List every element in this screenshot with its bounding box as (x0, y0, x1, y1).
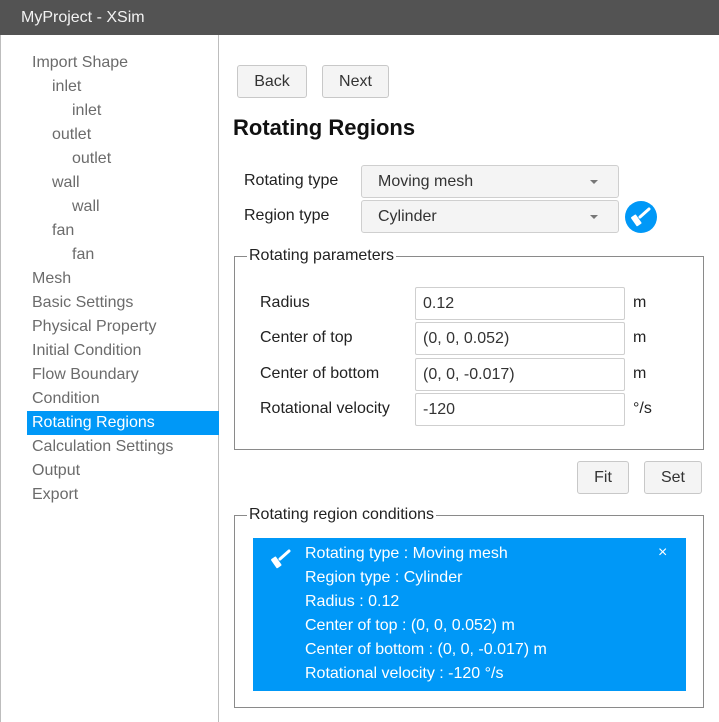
rotational-velocity-input[interactable]: -120 (415, 393, 625, 426)
close-icon[interactable]: × (658, 543, 667, 563)
chevron-down-icon (590, 180, 598, 184)
rotating-region-condition-card[interactable]: Rotating type : Moving mesh Region type … (253, 538, 686, 691)
sidebar-item-export[interactable]: Export (27, 483, 219, 507)
region-type-value: Cylinder (378, 208, 437, 225)
sidebar-item-initial-condition[interactable]: Initial Condition (27, 339, 219, 363)
sidebar-item-inlet[interactable]: inlet (27, 99, 219, 123)
sidebar-nav: Import Shape inlet inlet outlet outlet w… (0, 35, 219, 722)
condition-center-of-bottom: Center of bottom : (0, 0, -0.017) m (305, 641, 547, 658)
region-type-label: Region type (244, 207, 330, 224)
center-of-top-unit: m (633, 329, 647, 346)
sidebar-item-flow-boundary[interactable]: Flow Boundary (27, 363, 219, 387)
radius-label: Radius (260, 294, 310, 311)
sidebar-item-physical-property[interactable]: Physical Property (27, 315, 219, 339)
condition-rotational-velocity: Rotational velocity : -120 °/s (305, 665, 504, 682)
fit-button[interactable]: Fit (577, 461, 629, 494)
sidebar-item-fan-group[interactable]: fan (27, 219, 219, 243)
sidebar-item-inlet-group[interactable]: inlet (27, 75, 219, 99)
window-titlebar: MyProject - XSim (0, 0, 719, 35)
center-of-top-input[interactable]: (0, 0, 0.052) (415, 322, 625, 355)
condition-rotating-type: Rotating type : Moving mesh (305, 545, 508, 562)
window-title: MyProject - XSim (21, 9, 145, 26)
sidebar-item-wall-group[interactable]: wall (27, 171, 219, 195)
rotating-type-select[interactable]: Moving mesh (361, 165, 619, 198)
rotating-type-value: Moving mesh (378, 173, 474, 190)
condition-radius: Radius : 0.12 (305, 593, 400, 610)
set-button[interactable]: Set (644, 461, 702, 494)
sidebar-item-wall[interactable]: wall (27, 195, 219, 219)
next-button[interactable]: Next (322, 65, 389, 98)
paint-roller-button[interactable] (625, 201, 657, 233)
paint-roller-icon (271, 549, 291, 569)
sidebar-item-output[interactable]: Output (27, 459, 219, 483)
sidebar-item-import-shape[interactable]: Import Shape (27, 51, 219, 75)
rotational-velocity-unit: °/s (633, 400, 652, 417)
sidebar-item-outlet-group[interactable]: outlet (27, 123, 219, 147)
radius-input[interactable]: 0.12 (415, 287, 625, 320)
sidebar-item-rotating-regions[interactable]: Rotating Regions (27, 411, 219, 435)
center-of-bottom-unit: m (633, 365, 647, 382)
center-of-bottom-label: Center of bottom (260, 365, 380, 382)
sidebar-item-calculation-settings[interactable]: Calculation Settings (27, 435, 219, 459)
center-of-bottom-input[interactable]: (0, 0, -0.017) (415, 358, 625, 391)
sidebar-item-outlet[interactable]: outlet (27, 147, 219, 171)
sidebar-item-basic-settings[interactable]: Basic Settings (27, 291, 219, 315)
sidebar-item-mesh[interactable]: Mesh (27, 267, 219, 291)
region-type-select[interactable]: Cylinder (361, 200, 619, 233)
rotating-region-conditions-legend: Rotating region conditions (247, 506, 437, 524)
condition-region-type: Region type : Cylinder (305, 569, 463, 586)
rotating-type-label: Rotating type (244, 172, 339, 189)
condition-center-of-top: Center of top : (0, 0, 0.052) m (305, 617, 515, 634)
sidebar-item-fan[interactable]: fan (27, 243, 219, 267)
rotating-parameters-legend: Rotating parameters (247, 247, 396, 265)
rotational-velocity-label: Rotational velocity (260, 400, 390, 417)
page-title: Rotating Regions (233, 115, 416, 140)
paint-roller-icon (631, 207, 651, 227)
back-button[interactable]: Back (237, 65, 307, 98)
chevron-down-icon (590, 215, 598, 219)
center-of-top-label: Center of top (260, 329, 353, 346)
radius-unit: m (633, 294, 647, 311)
sidebar-item-condition[interactable]: Condition (27, 387, 219, 411)
